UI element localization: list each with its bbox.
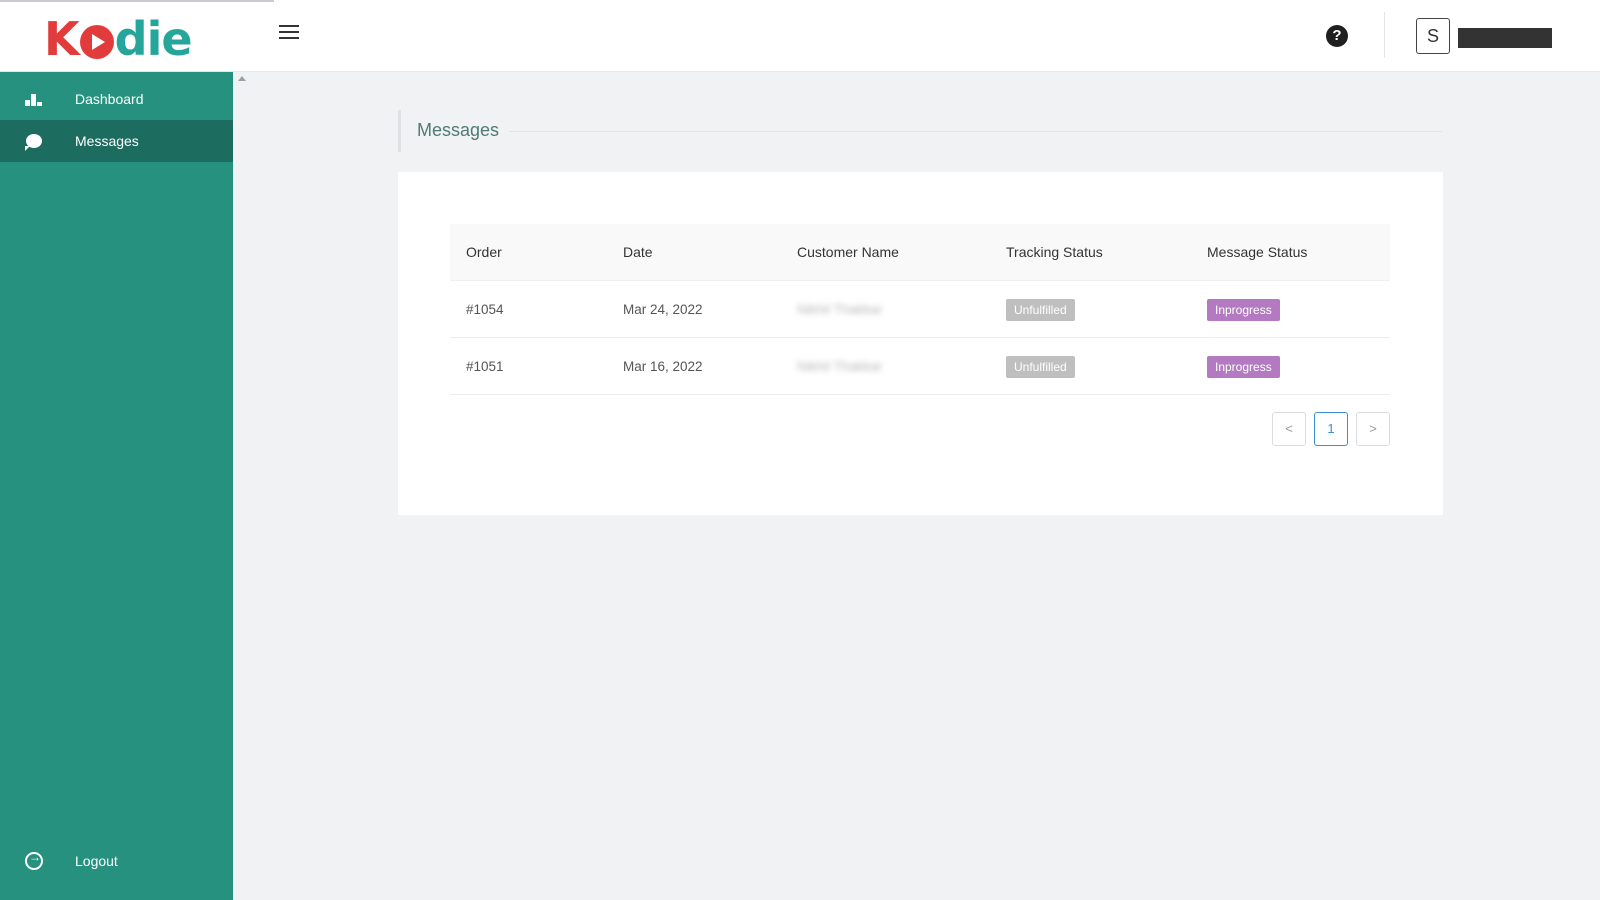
avatar[interactable]: S bbox=[1416, 18, 1450, 54]
table-header: Order Date Customer Name Tracking Status… bbox=[450, 224, 1390, 281]
chat-bubble-icon bbox=[24, 131, 44, 151]
logo-play-icon bbox=[79, 25, 114, 59]
messages-table: Order Date Customer Name Tracking Status… bbox=[450, 224, 1390, 395]
column-header-customer-name: Customer Name bbox=[797, 244, 899, 260]
kodie-logo[interactable]: K die bbox=[44, 12, 193, 66]
sidebar-item-logout[interactable]: Logout bbox=[0, 840, 233, 882]
order-number[interactable]: #1054 bbox=[466, 281, 504, 338]
page-title-bar: Messages bbox=[398, 110, 1442, 152]
logo-letters-die: die bbox=[114, 12, 193, 66]
order-number[interactable]: #1051 bbox=[466, 338, 504, 395]
logo-letter-k: K bbox=[44, 12, 80, 66]
username-redacted[interactable] bbox=[1458, 28, 1552, 48]
column-header-date: Date bbox=[623, 244, 653, 260]
message-status-badge: Inprogress bbox=[1207, 299, 1280, 322]
column-header-order: Order bbox=[466, 244, 502, 260]
title-divider bbox=[509, 131, 1442, 132]
top-header: K die ? S bbox=[0, 0, 1600, 72]
messages-card: Order Date Customer Name Tracking Status… bbox=[398, 172, 1443, 515]
logout-icon bbox=[24, 850, 44, 871]
table-row[interactable]: #1054 Mar 24, 2022 Nikhil Thakkar Unfulf… bbox=[450, 281, 1390, 338]
logout-label: Logout bbox=[75, 853, 118, 869]
sidebar: Dashboard Messages Logout bbox=[0, 72, 233, 900]
sidebar-item-label: Messages bbox=[75, 133, 139, 149]
pagination: < 1 > bbox=[398, 412, 1443, 446]
sidebar-item-label: Dashboard bbox=[75, 91, 144, 107]
message-status-cell: Inprogress bbox=[1207, 338, 1280, 395]
next-page-button[interactable]: > bbox=[1356, 412, 1390, 446]
logo-area: K die bbox=[0, 0, 274, 72]
order-date: Mar 24, 2022 bbox=[623, 302, 703, 317]
table-row[interactable]: #1051 Mar 16, 2022 Nikhil Thakkar Unfulf… bbox=[450, 338, 1390, 395]
sidebar-item-dashboard[interactable]: Dashboard bbox=[0, 78, 233, 120]
page-1-button[interactable]: 1 bbox=[1314, 412, 1348, 446]
bar-chart-icon bbox=[24, 89, 44, 109]
message-status-badge: Inprogress bbox=[1207, 356, 1280, 379]
sidebar-scrollbar[interactable] bbox=[233, 72, 249, 900]
hamburger-menu-icon[interactable] bbox=[279, 25, 299, 45]
sidebar-item-messages[interactable]: Messages bbox=[0, 120, 233, 162]
scroll-up-arrow-icon[interactable] bbox=[238, 76, 246, 81]
column-header-message-status: Message Status bbox=[1207, 244, 1308, 260]
tracking-status-badge: Unfulfilled bbox=[1006, 299, 1075, 322]
header-divider bbox=[1384, 12, 1385, 58]
order-date: Mar 16, 2022 bbox=[623, 359, 703, 374]
prev-page-button[interactable]: < bbox=[1272, 412, 1306, 446]
tracking-status-cell: Unfulfilled bbox=[1006, 338, 1075, 395]
tracking-status-cell: Unfulfilled bbox=[1006, 281, 1075, 338]
column-header-tracking-status: Tracking Status bbox=[1006, 244, 1103, 260]
message-status-cell: Inprogress bbox=[1207, 281, 1280, 338]
tracking-status-badge: Unfulfilled bbox=[1006, 356, 1075, 379]
customer-name: Nikhil Thakkar bbox=[797, 302, 883, 317]
help-icon[interactable]: ? bbox=[1326, 25, 1348, 47]
customer-name: Nikhil Thakkar bbox=[797, 359, 883, 374]
page-title: Messages bbox=[417, 120, 500, 140]
